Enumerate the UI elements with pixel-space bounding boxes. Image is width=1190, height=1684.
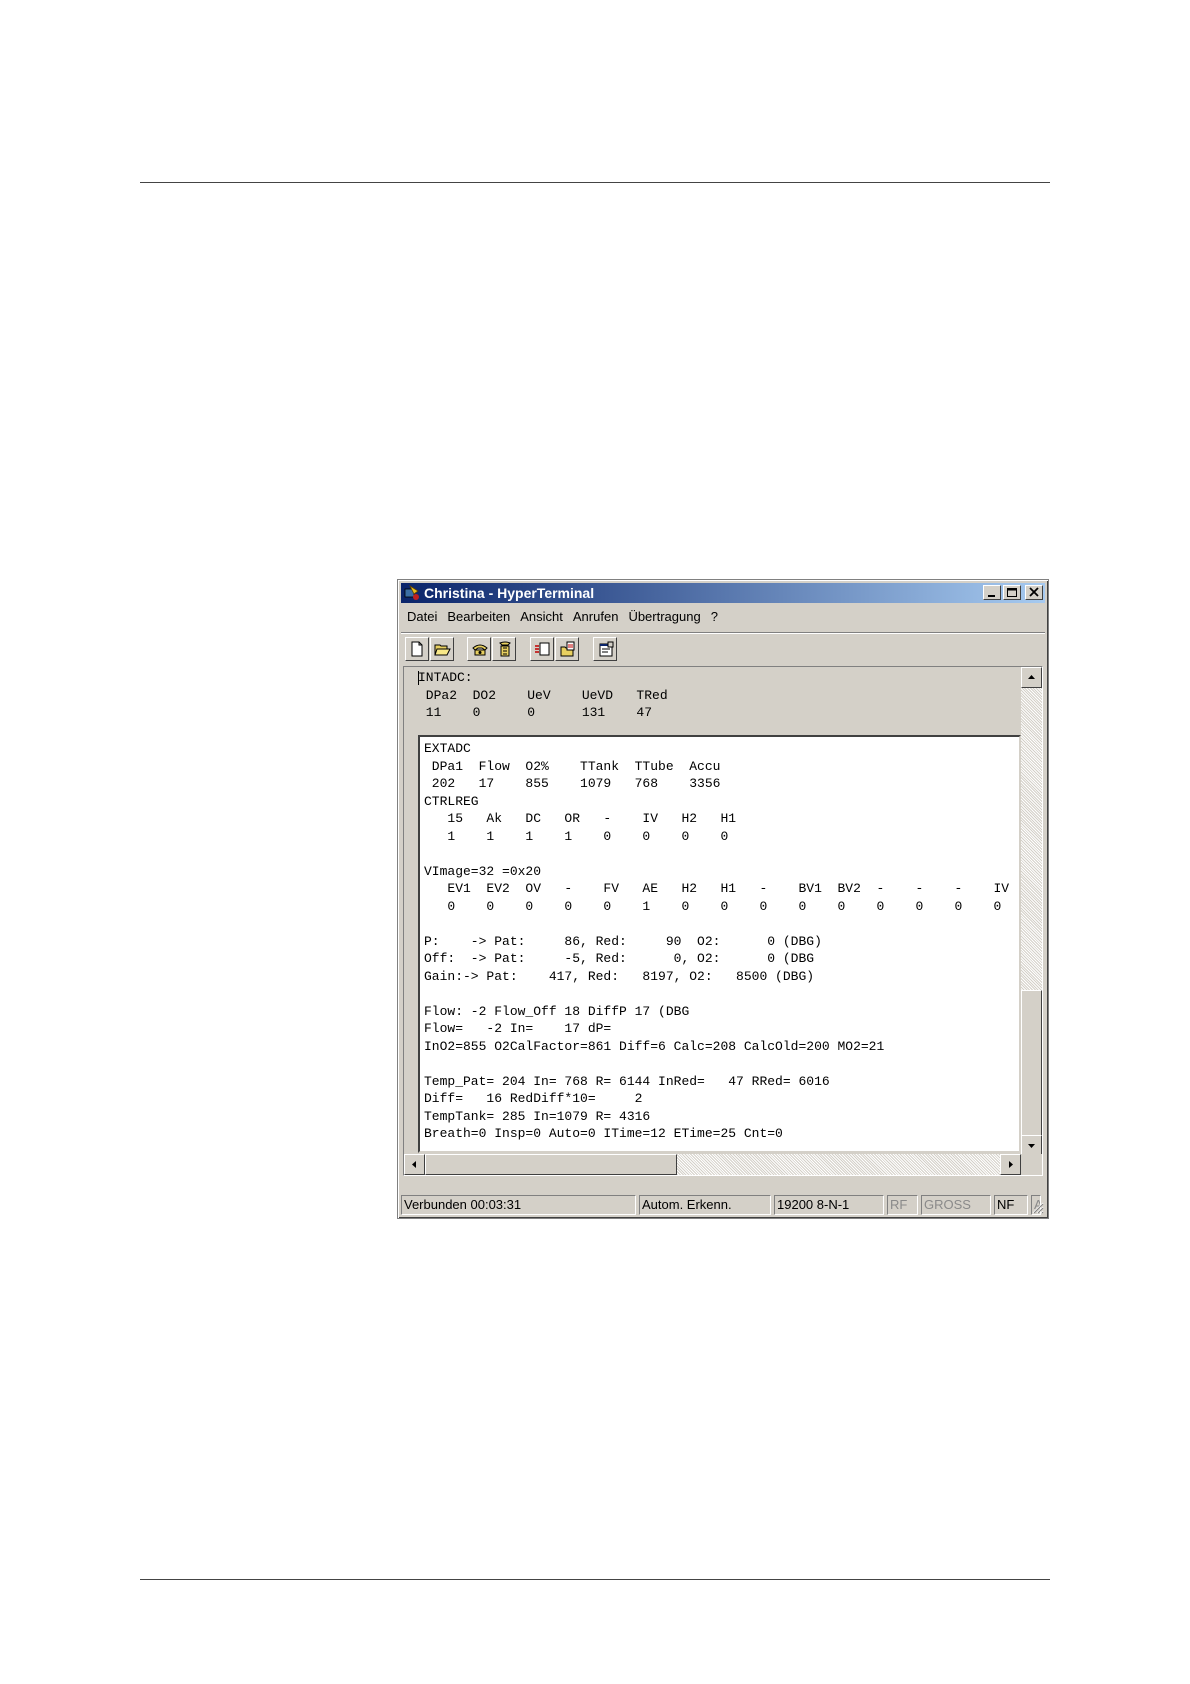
scroll-down-button[interactable] — [1021, 1135, 1042, 1156]
maximize-icon — [1007, 588, 1017, 597]
send-file-icon — [535, 642, 550, 656]
properties-icon — [599, 641, 614, 657]
properties-button[interactable] — [593, 637, 617, 661]
resize-grip-icon[interactable] — [1030, 1200, 1044, 1214]
menu-bar: Datei Bearbeiten Ansicht Anrufen Übertragung… — [401, 607, 1045, 627]
minimize-icon — [988, 595, 995, 597]
minimize-button[interactable] — [983, 585, 1001, 600]
menu-ansicht[interactable]: Ansicht — [515, 607, 568, 627]
disconnect-button[interactable] — [492, 637, 516, 661]
status-bar: Verbunden 00:03:31 Autom. Erkenn. 19200 … — [401, 1193, 1045, 1215]
terminal-scrollback: INTADC: DPa2 DO2 UeV UeVD TRed 11 0 0 13… — [418, 670, 668, 720]
arrow-up-icon — [1028, 675, 1035, 679]
window-controls — [981, 585, 1043, 601]
open-button[interactable] — [430, 637, 454, 661]
toolbar — [401, 632, 1045, 663]
menu-datei[interactable]: Datei — [401, 607, 442, 627]
maximize-button[interactable] — [1003, 585, 1021, 600]
vertical-scrollbar[interactable] — [1021, 667, 1042, 1156]
scroll-right-button[interactable] — [1000, 1154, 1021, 1175]
window-title: Christina - HyperTerminal — [424, 585, 595, 601]
close-button[interactable] — [1025, 585, 1043, 600]
status-caps-lock: GROSS — [921, 1195, 991, 1215]
terminal-area[interactable]: INTADC: DPa2 DO2 UeV UeVD TRed 11 0 0 13… — [404, 667, 1021, 1156]
menu-bearbeiten[interactable]: Bearbeiten — [442, 607, 515, 627]
phone-connect-icon — [472, 644, 488, 656]
status-port-settings: 19200 8-N-1 — [774, 1195, 884, 1215]
arrow-left-icon — [412, 1161, 416, 1168]
page-header-rule — [140, 182, 1050, 183]
send-button[interactable] — [530, 637, 554, 661]
status-connection: Verbunden 00:03:31 — [401, 1195, 636, 1215]
arrow-down-icon — [1028, 1144, 1035, 1148]
terminal-screen-text: EXTADC DPa1 Flow O2% TTank TTube Accu 20… — [424, 741, 1010, 1141]
page-footer-rule — [140, 1579, 1050, 1580]
horizontal-scroll-thumb[interactable] — [425, 1154, 677, 1175]
hyperterminal-window: Christina - HyperTerminal Datei Bearbeite… — [397, 579, 1049, 1219]
terminal-client-area: INTADC: DPa2 DO2 UeV UeVD TRed 11 0 0 13… — [403, 666, 1043, 1176]
receive-button[interactable] — [555, 637, 579, 661]
phone-disconnect-icon — [499, 641, 511, 657]
title-bar[interactable]: Christina - HyperTerminal — [401, 583, 1045, 603]
call-button[interactable] — [467, 637, 491, 661]
close-icon — [1029, 587, 1039, 597]
terminal-screen[interactable]: EXTADC DPa1 Flow O2% TTank TTube Accu 20… — [418, 735, 1021, 1153]
menu-uebertragung[interactable]: Übertragung — [623, 607, 705, 627]
open-folder-icon — [434, 644, 451, 656]
status-scroll-lock: RF — [887, 1195, 918, 1215]
scrollbar-corner — [1021, 1154, 1042, 1175]
status-num-lock: NF — [994, 1195, 1028, 1215]
menu-anrufen[interactable]: Anrufen — [568, 607, 624, 627]
menu-help[interactable]: ? — [706, 607, 723, 627]
arrow-right-icon — [1009, 1161, 1013, 1168]
new-document-icon — [411, 641, 423, 657]
scroll-left-button[interactable] — [404, 1154, 425, 1175]
hyperterminal-app-icon[interactable] — [404, 585, 420, 601]
status-detection: Autom. Erkenn. — [639, 1195, 771, 1215]
scroll-up-button[interactable] — [1021, 667, 1042, 688]
vertical-scroll-thumb[interactable] — [1021, 990, 1042, 1136]
new-connection-button[interactable] — [405, 637, 429, 661]
horizontal-scrollbar[interactable] — [404, 1154, 1021, 1175]
receive-file-icon — [560, 641, 575, 657]
